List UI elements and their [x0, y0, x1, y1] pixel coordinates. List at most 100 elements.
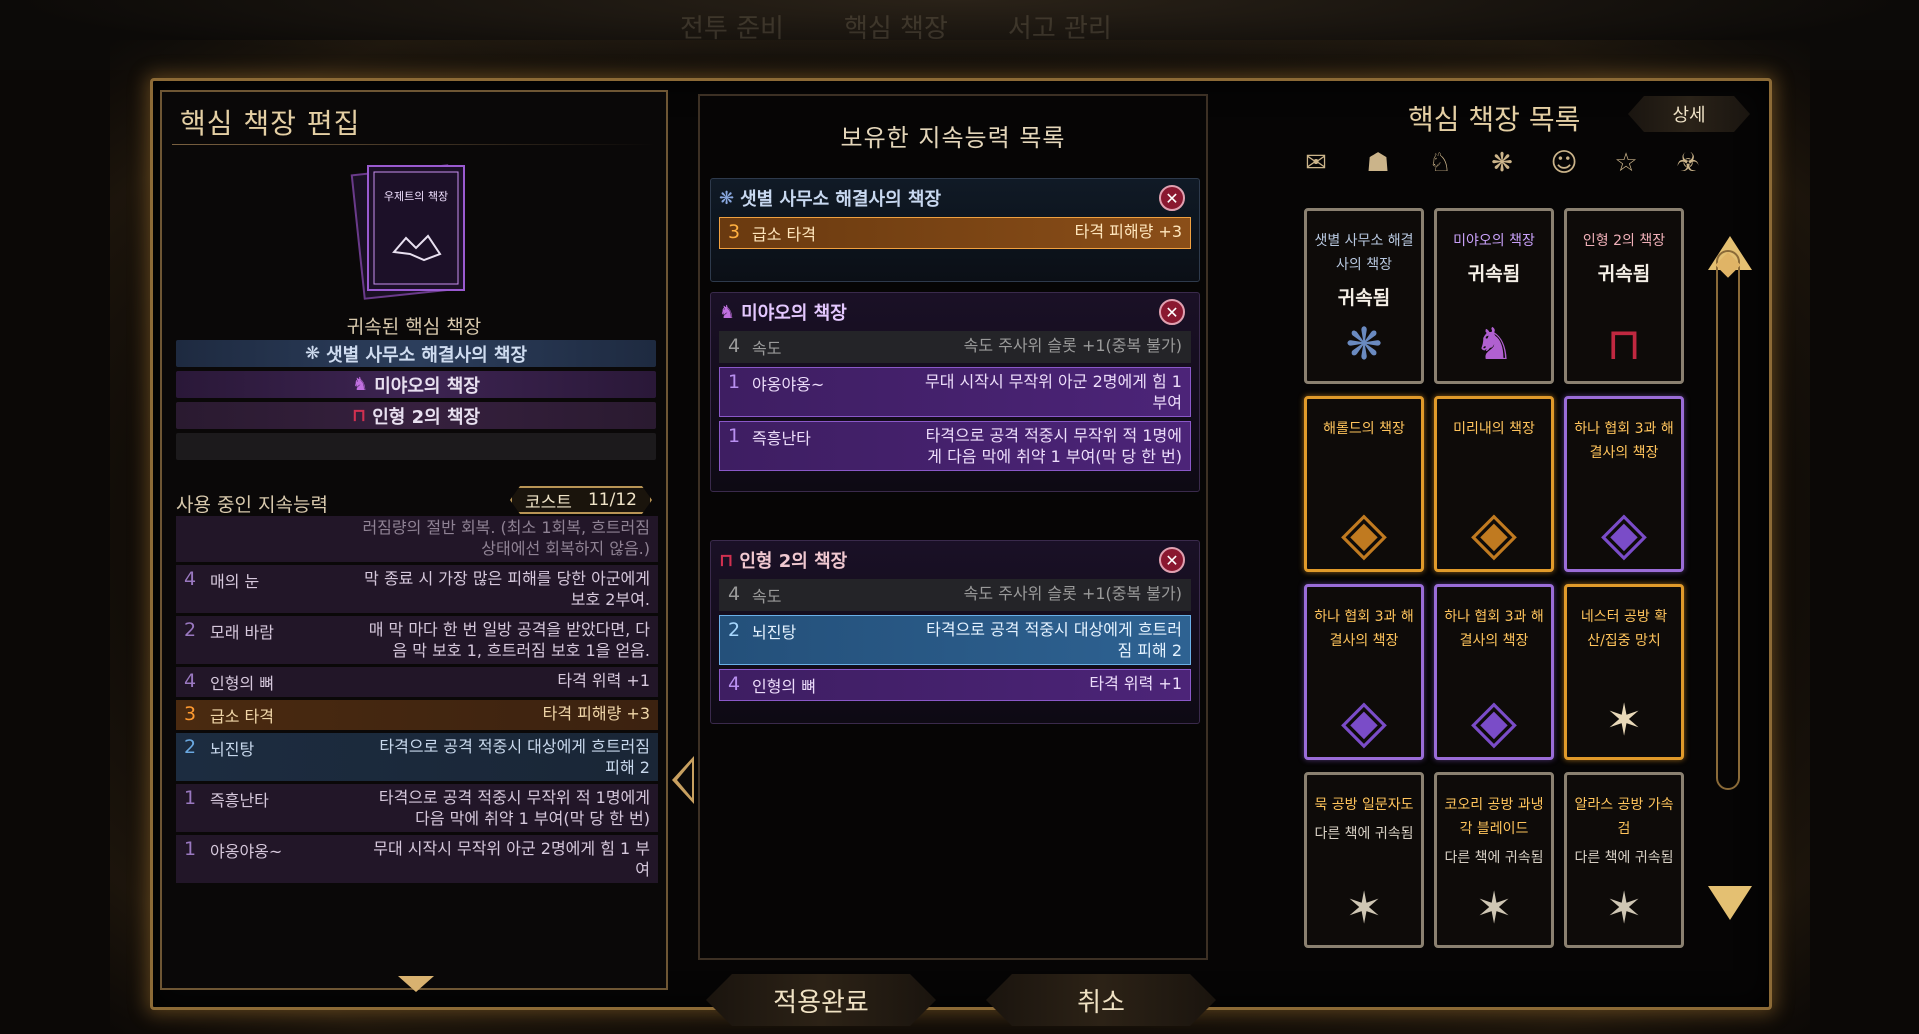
- cat-icon: ♞: [719, 301, 736, 323]
- passive-name: 뇌진탕: [210, 740, 255, 759]
- passive-row[interactable]: 2 모래 바람 매 막 마다 한 번 일방 공격을 받았다면, 다음 막 보호 …: [176, 616, 658, 664]
- scroll-down-arrow-icon[interactable]: [1708, 886, 1752, 920]
- owned-passives-panel: 보유한 지속능력 목록 ❋ 샛별 사무소 해결사의 책장 ✕ 3 급소 타격 타…: [698, 94, 1208, 960]
- cloud-star-icon[interactable]: ☆: [1602, 146, 1650, 180]
- core-page-card[interactable]: 샛별 사무소 해결사의 책장 귀속됨 ❋: [1304, 208, 1424, 384]
- mask-icon[interactable]: ☺: [1540, 146, 1588, 180]
- core-page-card[interactable]: 하나 협회 3과 해결사의 책장 ◈: [1434, 584, 1554, 760]
- card-title: 알라스 공방 가속검: [1574, 797, 1674, 837]
- bound-core-row[interactable]: ♞ 미야오의 책장: [176, 371, 656, 398]
- panel-title: 보유한 지속능력 목록: [840, 124, 1066, 152]
- core-page-card[interactable]: 해롤드의 책장 ◈: [1304, 396, 1424, 572]
- bound-core-row[interactable]: ❋ 샛별 사무소 해결사의 책장: [176, 340, 656, 367]
- card-title: 코오리 공방 과냉각 블레이드: [1444, 797, 1544, 837]
- cost-label: 코스트: [525, 492, 572, 513]
- card-title: 미야오의 책장: [1453, 233, 1535, 249]
- core-page-card[interactable]: 코오리 공방 과냉각 블레이드 다른 책에 귀속됨 ✶: [1434, 772, 1554, 948]
- bound-core-label-text: 샛별 사무소 해결사의 책장: [326, 344, 528, 366]
- passive-desc: 속도 주사위 슬롯 +1(중복 불가): [963, 584, 1182, 603]
- passive-desc: 타격 위력 +1: [557, 671, 650, 690]
- card-title: 하나 협회 3과 해결사의 책장: [1314, 609, 1414, 649]
- passive-row[interactable]: 1 야옹야옹~ 무대 시작시 무작위 아군 2명에게 힘 1 부여: [719, 367, 1191, 417]
- passive-row[interactable]: 4 속도 속도 주사위 슬롯 +1(중복 불가): [719, 331, 1191, 363]
- card-status: 다른 책에 귀속됨: [1574, 850, 1674, 866]
- detail-button[interactable]: 상세: [1628, 96, 1750, 132]
- collapse-arrow-inner: [677, 762, 692, 798]
- passive-name: 속도: [752, 587, 782, 606]
- card-status: 다른 책에 귀속됨: [1314, 826, 1414, 842]
- cost-value: 11/12: [587, 490, 637, 510]
- passive-desc: 타격 피해량 +3: [1074, 222, 1182, 241]
- divider: [172, 144, 656, 145]
- ghost-icon[interactable]: ☗: [1354, 146, 1402, 180]
- passive-cost: 2: [728, 619, 741, 641]
- core-page-card[interactable]: 묵 공방 일문자도 다른 책에 귀속됨 ✶: [1304, 772, 1424, 948]
- bound-core-row-empty[interactable]: [176, 433, 656, 460]
- panel-title: 핵심 책장 편집: [180, 107, 361, 140]
- card-status: 다른 책에 귀속됨: [1444, 850, 1544, 866]
- card-title: 인형 2의 책장: [1582, 233, 1666, 249]
- core-page-card[interactable]: 하나 협회 3과 해결사의 책장 ◈: [1304, 584, 1424, 760]
- card-status: 귀속됨: [1337, 287, 1391, 309]
- passive-row[interactable]: 3 급소 타격 타격 피해량 +3: [719, 217, 1191, 249]
- passive-row[interactable]: 1 즉흥난타 타격으로 공격 적중시 무작위 적 1명에게 다음 막에 취약 1…: [176, 784, 658, 832]
- remove-group-button[interactable]: ✕: [1159, 547, 1185, 573]
- passive-group: ♞ 미야오의 책장 ✕ 4 속도 속도 주사위 슬롯 +1(중복 불가) 1 야…: [710, 292, 1200, 492]
- passive-group: ⊓ 인형 2의 책장 ✕ 4 속도 속도 주사위 슬롯 +1(중복 불가) 2 …: [710, 540, 1200, 724]
- passive-cost: 3: [184, 703, 197, 725]
- group-title: 샛별 사무소 해결사의 책장: [740, 189, 942, 210]
- passive-desc: 타격으로 공격 적중시 무작위 적 1명에게 다음 막에 취약 1 부여(막 당…: [925, 426, 1182, 466]
- remove-group-button[interactable]: ✕: [1159, 299, 1185, 325]
- passive-desc: 무대 시작시 무작위 아군 2명에게 힘 1 부여: [373, 839, 650, 879]
- passive-name: 야옹야옹~: [210, 842, 283, 861]
- group-header: ⊓ 인형 2의 책장 ✕: [711, 541, 1199, 579]
- core-page-card[interactable]: 하나 협회 3과 해결사의 책장 ◈: [1564, 396, 1684, 572]
- cancel-button[interactable]: 취소: [986, 974, 1216, 1026]
- core-page-card[interactable]: 미리내의 책장 ◈: [1434, 396, 1554, 572]
- ribbon-icon: ⊓: [1606, 319, 1642, 370]
- core-page-card[interactable]: 네스터 공방 확산/집중 망치 ✶: [1564, 584, 1684, 760]
- core-page-grid: 샛별 사무소 해결사의 책장 귀속됨 ❋ 미야오의 책장 귀속됨 ♞ 인형 2의…: [1304, 208, 1694, 948]
- apply-button[interactable]: 적용완료: [706, 974, 936, 1026]
- active-passives-title: 사용 중인 지속능력: [176, 494, 328, 516]
- passive-row[interactable]: 4 인형의 뼈 타격 위력 +1: [176, 667, 658, 697]
- passive-row[interactable]: 3 급소 타격 타격 피해량 +3: [176, 700, 658, 730]
- speech-bubble-icon[interactable]: ✉: [1292, 146, 1340, 180]
- passive-desc: 타격 위력 +1: [1089, 674, 1182, 693]
- passive-row[interactable]: 1 야옹야옹~ 무대 시작시 무작위 아군 2명에게 힘 1 부여: [176, 835, 658, 883]
- scroll-down-arrow-icon[interactable]: [398, 976, 434, 992]
- panel-title: 핵심 책장 목록: [1408, 103, 1581, 136]
- ribbon-icon: ⊓: [351, 405, 367, 426]
- passive-name: 매의 눈: [210, 572, 260, 591]
- wolf-icon[interactable]: ♘: [1416, 146, 1464, 180]
- passive-cost: 4: [184, 568, 197, 590]
- diamond-emblem-icon: ◈: [1470, 498, 1518, 568]
- passive-row[interactable]: 1 즉흥난타 타격으로 공격 적중시 무작위 적 1명에게 다음 막에 취약 1…: [719, 421, 1191, 471]
- passive-cost: 2: [184, 736, 197, 758]
- passive-group: ❋ 샛별 사무소 해결사의 책장 ✕ 3 급소 타격 타격 피해량 +3: [710, 178, 1200, 282]
- book-icon: 우제트의 책장: [350, 164, 465, 300]
- core-page-card[interactable]: 인형 2의 책장 귀속됨 ⊓: [1564, 208, 1684, 384]
- card-title: 하나 협회 3과 해결사의 책장: [1444, 609, 1544, 649]
- active-passives-list[interactable]: 러짐량의 절반 회복. (최소 1회복, 흐트러짐 상태에선 회복하지 않음.)…: [176, 516, 658, 968]
- bound-core-label: 귀속된 핵심 책장: [346, 316, 482, 338]
- card-title: 샛별 사무소 해결사의 책장: [1314, 233, 1414, 273]
- passive-row[interactable]: 러짐량의 절반 회복. (최소 1회복, 흐트러짐 상태에선 회복하지 않음.): [176, 516, 658, 562]
- passive-row[interactable]: 4 인형의 뼈 타격 위력 +1: [719, 669, 1191, 701]
- passive-cost: 4: [728, 335, 741, 357]
- core-page-card[interactable]: 알라스 공방 가속검 다른 책에 귀속됨 ✶: [1564, 772, 1684, 948]
- card-status: 귀속됨: [1467, 263, 1521, 285]
- hazard-icon[interactable]: ☣: [1664, 146, 1712, 180]
- core-page-card[interactable]: 미야오의 책장 귀속됨 ♞: [1434, 208, 1554, 384]
- burst-star-icon: ✶: [1475, 883, 1513, 934]
- remove-group-button[interactable]: ✕: [1159, 185, 1185, 211]
- passive-row[interactable]: 2 뇌진탕 타격으로 공격 적중시 대상에게 흐트러짐 피해 2: [176, 733, 658, 781]
- star-sigil-icon[interactable]: ❋: [1478, 146, 1526, 180]
- passive-cost: 3: [728, 221, 741, 243]
- passive-row[interactable]: 4 매의 눈 막 종료 시 가장 많은 피해를 당한 아군에게 보호 2부여.: [176, 565, 658, 613]
- scrollbar[interactable]: [1716, 250, 1740, 790]
- passive-row[interactable]: 2 뇌진탕 타격으로 공격 적중시 대상에게 흐트러짐 피해 2: [719, 615, 1191, 665]
- bound-core-row[interactable]: ⊓ 인형 2의 책장: [176, 402, 656, 429]
- passive-row[interactable]: 4 속도 속도 주사위 슬롯 +1(중복 불가): [719, 579, 1191, 611]
- cost-badge: 코스트 11/12: [510, 486, 652, 514]
